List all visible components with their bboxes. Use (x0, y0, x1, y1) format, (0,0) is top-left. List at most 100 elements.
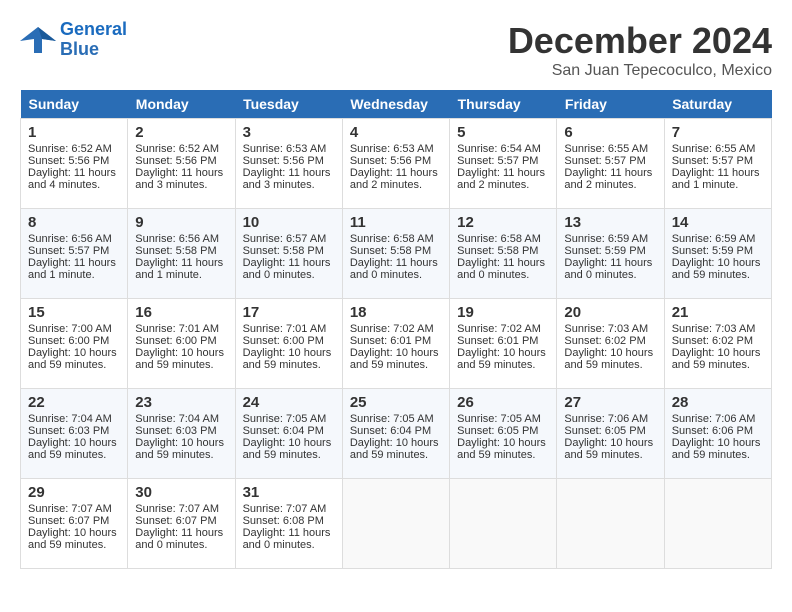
day-number: 15 (28, 304, 120, 321)
day-info: Sunrise: 7:03 AM Sunset: 6:02 PM Dayligh… (672, 323, 764, 371)
calendar-week-2: 8 Sunrise: 6:56 AM Sunset: 5:57 PM Daylig… (21, 209, 772, 299)
day-info: Sunrise: 6:53 AM Sunset: 5:56 PM Dayligh… (243, 143, 335, 191)
day-info: Sunrise: 6:59 AM Sunset: 5:59 PM Dayligh… (564, 233, 656, 281)
calendar-cell: 28 Sunrise: 7:06 AM Sunset: 6:06 PM Dayli… (664, 389, 771, 479)
header-wednesday: Wednesday (342, 90, 449, 119)
day-info: Sunrise: 6:55 AM Sunset: 5:57 PM Dayligh… (672, 143, 764, 191)
day-info: Sunrise: 7:04 AM Sunset: 6:03 PM Dayligh… (28, 413, 120, 461)
day-number: 10 (243, 214, 335, 231)
logo-text: General Blue (60, 20, 127, 60)
day-number: 7 (672, 124, 764, 141)
calendar-cell: 19Sunrise: 7:02 AM Sunset: 6:01 PM Dayli… (450, 299, 557, 389)
calendar-cell: 15Sunrise: 7:00 AM Sunset: 6:00 PM Dayli… (21, 299, 128, 389)
day-info: Sunrise: 7:05 AM Sunset: 6:04 PM Dayligh… (243, 413, 335, 461)
day-info: Sunrise: 7:05 AM Sunset: 6:04 PM Dayligh… (350, 413, 442, 461)
day-info: Sunrise: 6:52 AM Sunset: 5:56 PM Dayligh… (28, 143, 120, 191)
calendar-cell: 7 Sunrise: 6:55 AM Sunset: 5:57 PM Daylig… (664, 119, 771, 209)
day-info: Sunrise: 7:01 AM Sunset: 6:00 PM Dayligh… (243, 323, 335, 371)
calendar-cell: 20 Sunrise: 7:03 AM Sunset: 6:02 PM Dayli… (557, 299, 664, 389)
calendar-cell: 1 Sunrise: 6:52 AM Sunset: 5:56 PM Daylig… (21, 119, 128, 209)
day-number: 9 (135, 214, 227, 231)
header-sunday: Sunday (21, 90, 128, 119)
day-number: 31 (243, 484, 335, 501)
calendar-cell: 26 Sunrise: 7:05 AM Sunset: 6:05 PM Dayli… (450, 389, 557, 479)
day-info: Sunrise: 7:07 AM Sunset: 6:07 PM Dayligh… (135, 503, 227, 551)
day-info: Sunrise: 6:59 AM Sunset: 5:59 PM Dayligh… (672, 233, 764, 281)
header-friday: Friday (557, 90, 664, 119)
title-block: December 2024 San Juan Tepecoculco, Mexi… (508, 20, 772, 80)
day-number: 28 (672, 394, 764, 411)
day-info: Sunrise: 7:02 AM Sunset: 6:01 PM Dayligh… (457, 323, 549, 371)
day-info: Sunrise: 6:58 AM Sunset: 5:58 PM Dayligh… (350, 233, 442, 281)
day-info: Sunrise: 7:05 AM Sunset: 6:05 PM Dayligh… (457, 413, 549, 461)
calendar-cell: 30Sunrise: 7:07 AM Sunset: 6:07 PM Dayli… (128, 479, 235, 569)
day-info: Sunrise: 6:55 AM Sunset: 5:57 PM Dayligh… (564, 143, 656, 191)
calendar-cell: 27 Sunrise: 7:06 AM Sunset: 6:05 PM Dayli… (557, 389, 664, 479)
calendar-week-5: 29 Sunrise: 7:07 AM Sunset: 6:07 PM Dayli… (21, 479, 772, 569)
day-number: 29 (28, 484, 120, 501)
calendar-cell: 23Sunrise: 7:04 AM Sunset: 6:03 PM Dayli… (128, 389, 235, 479)
calendar-cell: 22 Sunrise: 7:04 AM Sunset: 6:03 PM Dayli… (21, 389, 128, 479)
calendar-week-3: 15Sunrise: 7:00 AM Sunset: 6:00 PM Dayli… (21, 299, 772, 389)
day-info: Sunrise: 7:06 AM Sunset: 6:06 PM Dayligh… (672, 413, 764, 461)
calendar-cell: 8 Sunrise: 6:56 AM Sunset: 5:57 PM Daylig… (21, 209, 128, 299)
header-thursday: Thursday (450, 90, 557, 119)
day-number: 20 (564, 304, 656, 321)
day-number: 1 (28, 124, 120, 141)
calendar-cell: 13Sunrise: 6:59 AM Sunset: 5:59 PM Dayli… (557, 209, 664, 299)
day-info: Sunrise: 6:56 AM Sunset: 5:58 PM Dayligh… (135, 233, 227, 281)
calendar-cell: 9 Sunrise: 6:56 AM Sunset: 5:58 PM Daylig… (128, 209, 235, 299)
day-number: 8 (28, 214, 120, 231)
day-info: Sunrise: 6:53 AM Sunset: 5:56 PM Dayligh… (350, 143, 442, 191)
header-monday: Monday (128, 90, 235, 119)
header-saturday: Saturday (664, 90, 771, 119)
day-number: 6 (564, 124, 656, 141)
day-number: 18 (350, 304, 442, 321)
logo-icon (20, 25, 56, 55)
calendar-cell: 6 Sunrise: 6:55 AM Sunset: 5:57 PM Daylig… (557, 119, 664, 209)
calendar-cell: 21 Sunrise: 7:03 AM Sunset: 6:02 PM Dayli… (664, 299, 771, 389)
calendar-cell: 5 Sunrise: 6:54 AM Sunset: 5:57 PM Daylig… (450, 119, 557, 209)
calendar-week-1: 1 Sunrise: 6:52 AM Sunset: 5:56 PM Daylig… (21, 119, 772, 209)
day-number: 5 (457, 124, 549, 141)
calendar-week-4: 22 Sunrise: 7:04 AM Sunset: 6:03 PM Dayli… (21, 389, 772, 479)
calendar-cell: 17Sunrise: 7:01 AM Sunset: 6:00 PM Dayli… (235, 299, 342, 389)
day-number: 26 (457, 394, 549, 411)
month-title: December 2024 (508, 20, 772, 62)
calendar-cell: 3Sunrise: 6:53 AM Sunset: 5:56 PM Daylig… (235, 119, 342, 209)
calendar-cell: 29 Sunrise: 7:07 AM Sunset: 6:07 PM Dayli… (21, 479, 128, 569)
day-info: Sunrise: 7:04 AM Sunset: 6:03 PM Dayligh… (135, 413, 227, 461)
calendar-cell: 4Sunrise: 6:53 AM Sunset: 5:56 PM Daylig… (342, 119, 449, 209)
calendar-cell: 18 Sunrise: 7:02 AM Sunset: 6:01 PM Dayli… (342, 299, 449, 389)
day-number: 11 (350, 214, 442, 231)
calendar-cell (450, 479, 557, 569)
calendar-cell: 11 Sunrise: 6:58 AM Sunset: 5:58 PM Dayli… (342, 209, 449, 299)
day-number: 16 (135, 304, 227, 321)
day-number: 25 (350, 394, 442, 411)
day-info: Sunrise: 7:02 AM Sunset: 6:01 PM Dayligh… (350, 323, 442, 371)
day-number: 27 (564, 394, 656, 411)
calendar-cell (664, 479, 771, 569)
day-info: Sunrise: 6:52 AM Sunset: 5:56 PM Dayligh… (135, 143, 227, 191)
day-info: Sunrise: 7:07 AM Sunset: 6:07 PM Dayligh… (28, 503, 120, 551)
calendar-cell: 31 Sunrise: 7:07 AM Sunset: 6:08 PM Dayli… (235, 479, 342, 569)
day-number: 2 (135, 124, 227, 141)
day-number: 12 (457, 214, 549, 231)
day-number: 14 (672, 214, 764, 231)
day-info: Sunrise: 7:03 AM Sunset: 6:02 PM Dayligh… (564, 323, 656, 371)
day-number: 21 (672, 304, 764, 321)
page-header: General Blue December 2024 San Juan Tepe… (20, 20, 772, 80)
calendar-header-row: SundayMondayTuesdayWednesdayThursdayFrid… (21, 90, 772, 119)
calendar-cell: 10Sunrise: 6:57 AM Sunset: 5:58 PM Dayli… (235, 209, 342, 299)
calendar-cell (342, 479, 449, 569)
day-info: Sunrise: 6:58 AM Sunset: 5:58 PM Dayligh… (457, 233, 549, 281)
calendar-body: 1 Sunrise: 6:52 AM Sunset: 5:56 PM Daylig… (21, 119, 772, 569)
day-info: Sunrise: 6:54 AM Sunset: 5:57 PM Dayligh… (457, 143, 549, 191)
calendar-cell: 2 Sunrise: 6:52 AM Sunset: 5:56 PM Daylig… (128, 119, 235, 209)
day-number: 22 (28, 394, 120, 411)
calendar-cell: 14 Sunrise: 6:59 AM Sunset: 5:59 PM Dayli… (664, 209, 771, 299)
day-info: Sunrise: 7:06 AM Sunset: 6:05 PM Dayligh… (564, 413, 656, 461)
day-info: Sunrise: 6:56 AM Sunset: 5:57 PM Dayligh… (28, 233, 120, 281)
calendar-cell: 25 Sunrise: 7:05 AM Sunset: 6:04 PM Dayli… (342, 389, 449, 479)
day-info: Sunrise: 7:07 AM Sunset: 6:08 PM Dayligh… (243, 503, 335, 551)
